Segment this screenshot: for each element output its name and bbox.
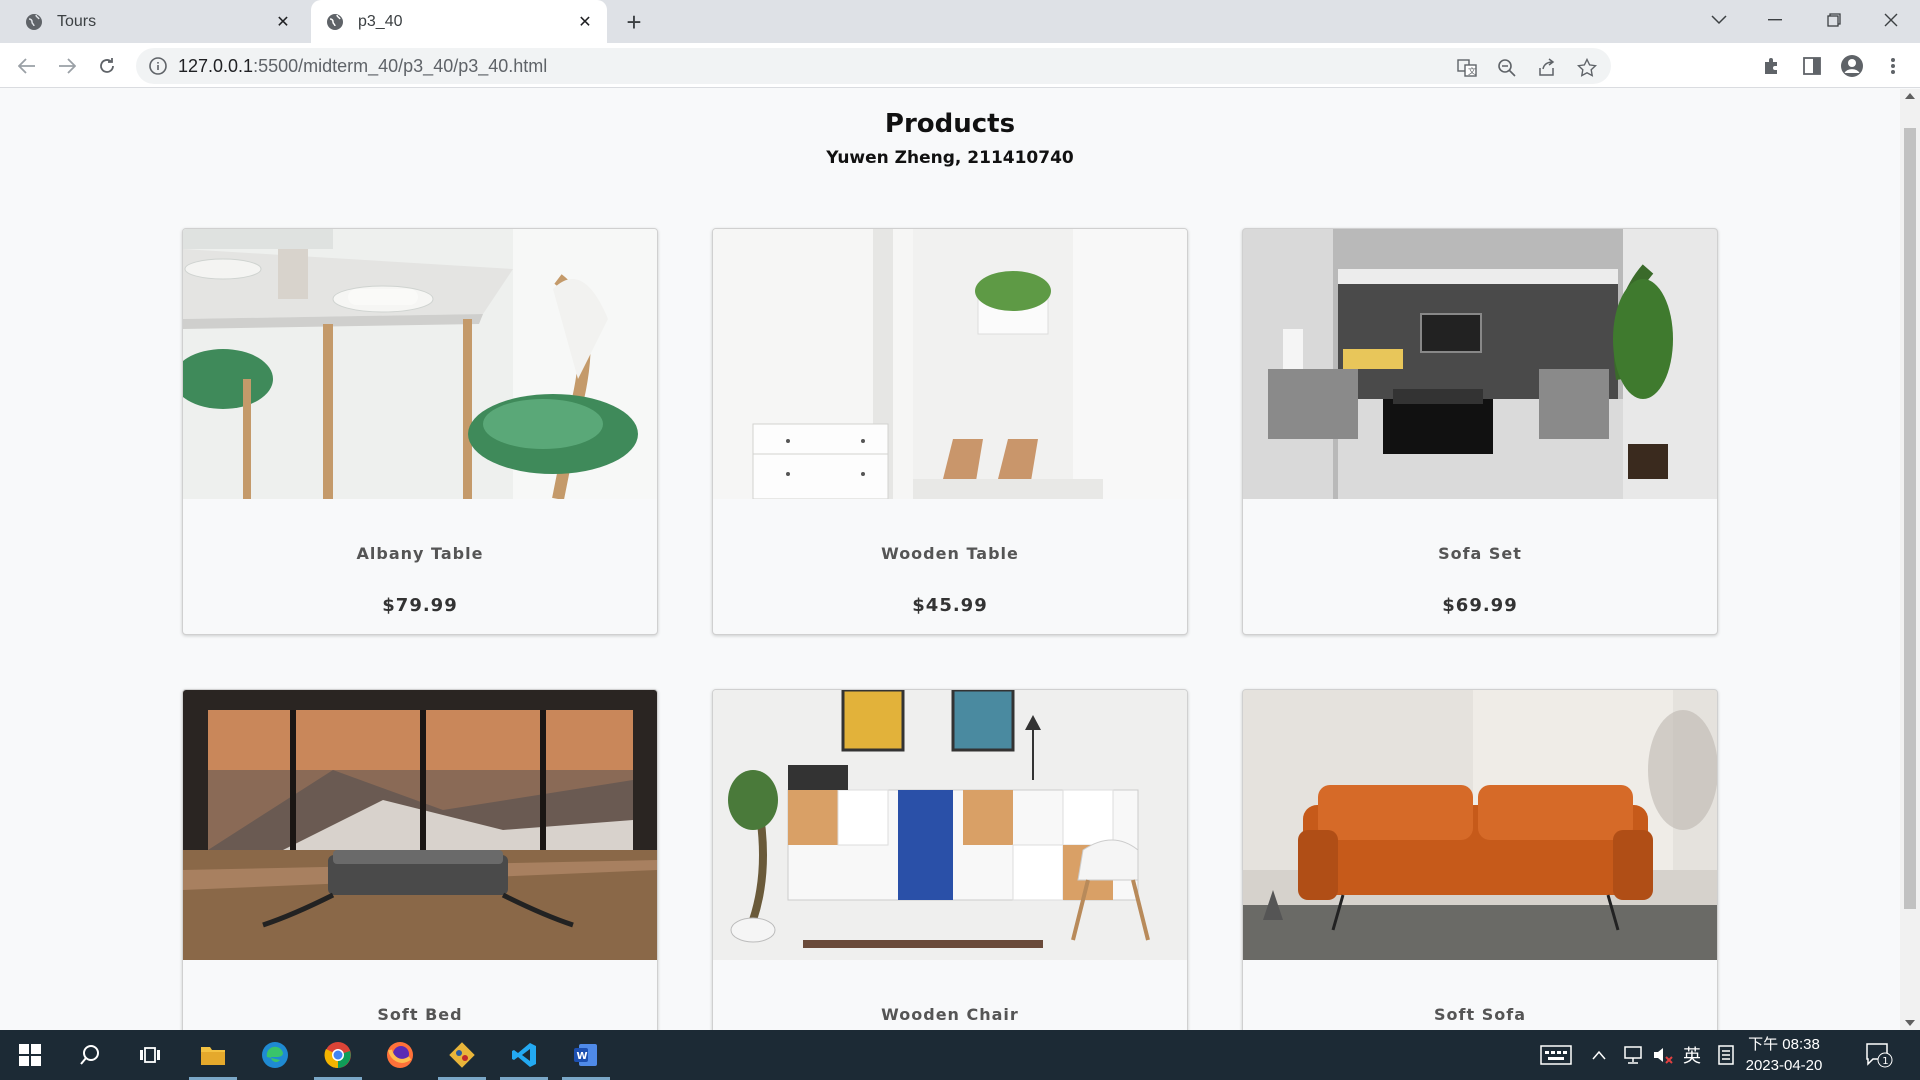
forward-arrow-icon[interactable] [50,49,84,83]
product-card[interactable]: Soft Bed [182,689,658,1030]
system-clock[interactable]: 下午 08:38 2023-04-20 [1724,1034,1844,1076]
product-name: Wooden Table [881,544,1019,563]
product-image-albany-table [183,229,657,499]
scroll-down-arrow-icon[interactable] [1905,1020,1915,1026]
volume-muted-icon[interactable] [1652,1030,1674,1080]
menu-kebab-icon[interactable] [1876,49,1910,83]
share-icon[interactable] [1535,56,1559,80]
product-price: $79.99 [382,595,458,616]
svg-text:W: W [577,1051,588,1062]
info-icon[interactable] [148,56,168,76]
tab-title: Tours [57,12,97,30]
side-panel-icon[interactable] [1795,49,1829,83]
product-image-wooden-chair [713,690,1187,960]
product-name: Albany Table [356,544,484,563]
windows-taskbar: W 英 下午 08:38 2023-04-20 1 [0,1030,1920,1080]
chrome-browser-icon[interactable] [308,1030,368,1080]
tab-strip: Tours ✕ p3_40 ✕ + [0,0,1920,43]
url-host: 127.0.0.1 [178,55,254,76]
product-name: Soft Sofa [1434,1005,1526,1024]
notification-center-icon[interactable]: 1 [1865,1030,1893,1080]
reload-icon[interactable] [90,49,124,83]
word-icon[interactable]: W [556,1030,616,1080]
clock-time: 下午 08:38 [1748,1036,1820,1053]
url-path: :5500/midterm_40/p3_40/p3_40.html [253,55,548,76]
scroll-thumb[interactable] [1904,128,1916,909]
tab-search-chevron-icon[interactable] [1690,0,1748,40]
product-card[interactable]: Wooden Table $45.99 [712,228,1188,635]
ime-language-label[interactable]: 英 [1683,1030,1701,1080]
product-image-soft-bed [183,690,657,960]
toolbar: 127.0.0.1:5500/midterm_40/p3_40/p3_40.ht… [0,43,1920,88]
new-tab-plus-icon[interactable]: + [620,7,648,37]
restore-icon[interactable] [1805,0,1863,40]
address-bar[interactable]: 127.0.0.1:5500/midterm_40/p3_40/p3_40.ht… [136,48,1611,84]
network-icon[interactable] [1622,1030,1644,1080]
product-price: $69.99 [1442,595,1518,616]
ime-mode-icon[interactable] [1540,1030,1572,1080]
clock-date: 2023-04-20 [1745,1057,1823,1074]
task-view-icon[interactable] [120,1030,180,1080]
page-scrollbar[interactable] [1900,89,1920,1030]
file-explorer-icon[interactable] [183,1030,243,1080]
product-price: $45.99 [912,595,988,616]
vscode-icon[interactable] [494,1030,554,1080]
product-name: Soft Bed [377,1005,463,1024]
firefox-browser-icon[interactable] [370,1030,430,1080]
svg-text:文: 文 [1468,66,1476,76]
product-name: Sofa Set [1438,544,1522,563]
close-icon[interactable]: ✕ [271,10,295,34]
minimize-icon[interactable] [1746,0,1804,40]
translate-icon[interactable]: 文 [1455,56,1479,80]
product-image-soft-sofa [1243,690,1717,960]
chevron-up-icon[interactable] [1592,1030,1606,1080]
window-close-icon[interactable] [1862,0,1920,40]
edge-browser-icon[interactable] [245,1030,305,1080]
product-name: Wooden Chair [881,1005,1019,1024]
zoom-out-icon[interactable] [1495,56,1519,80]
globe-icon [327,13,343,30]
product-image-wooden-table [713,229,1187,499]
product-card[interactable]: Wooden Chair [712,689,1188,1030]
search-icon[interactable] [60,1030,120,1080]
profile-avatar-icon[interactable] [1835,49,1869,83]
page-viewport: Products Yuwen Zheng, 211410740 Albany T… [0,89,1900,1030]
tab-title: p3_40 [358,12,403,30]
start-windows-icon[interactable] [0,1030,60,1080]
page-subtitle: Yuwen Zheng, 211410740 [826,148,1074,168]
product-card[interactable]: Soft Sofa [1242,689,1718,1030]
tab-p3-40[interactable]: p3_40 ✕ [311,0,607,43]
back-arrow-icon[interactable] [10,49,44,83]
product-image-sofa-set [1243,229,1717,499]
bookmark-star-icon[interactable] [1575,56,1599,80]
tab-tours[interactable]: Tours ✕ [10,0,305,43]
product-card[interactable]: Albany Table $79.99 [182,228,658,635]
url-text: 127.0.0.1:5500/midterm_40/p3_40/p3_40.ht… [178,56,547,77]
extensions-puzzle-icon[interactable] [1755,49,1789,83]
notification-count: 1 [1882,1056,1888,1067]
git-tool-icon[interactable] [432,1030,492,1080]
close-icon[interactable]: ✕ [573,10,597,34]
product-card[interactable]: Sofa Set $69.99 [1242,228,1718,635]
page-title: Products [884,109,1016,139]
globe-icon [26,13,42,30]
scroll-up-arrow-icon[interactable] [1905,93,1915,99]
